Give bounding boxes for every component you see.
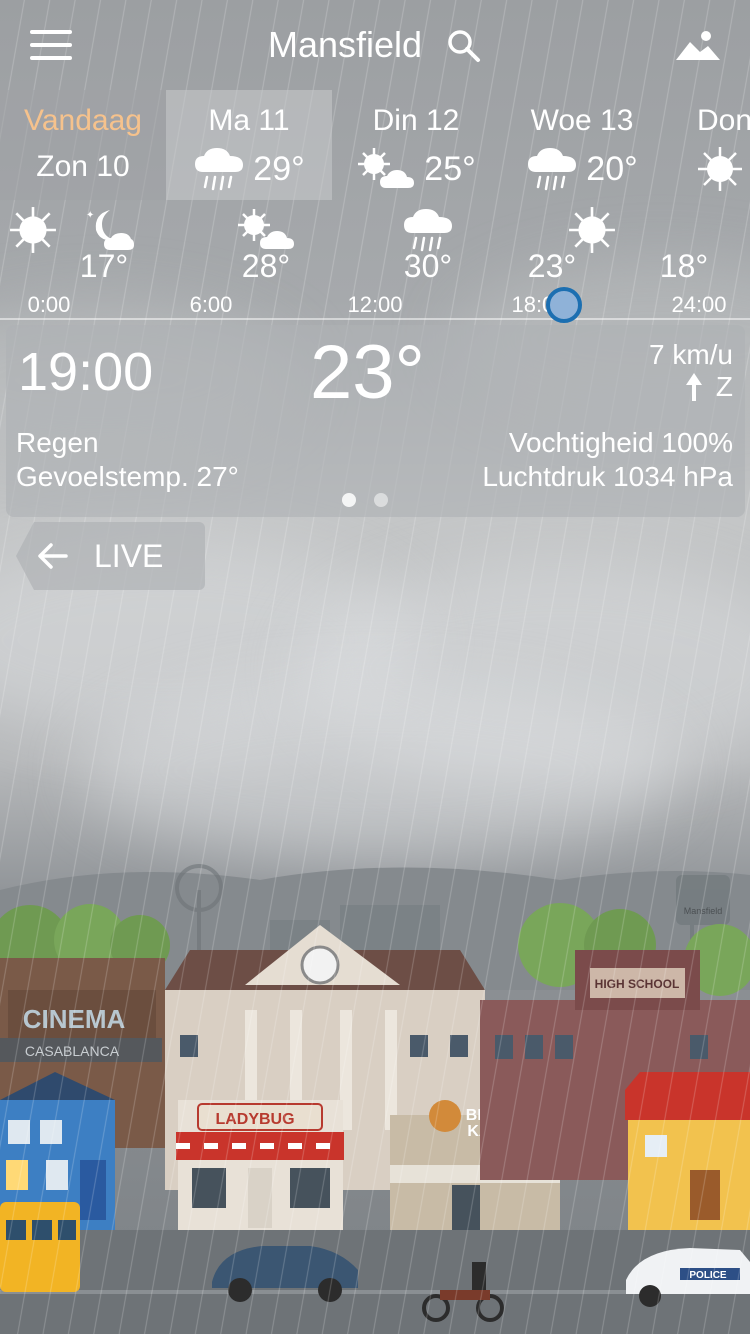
page-dot: [374, 493, 388, 507]
day-tab-thursday[interactable]: Don: [665, 90, 750, 200]
wind-arrow-icon: [685, 373, 702, 401]
hour-temp: 28°: [241, 248, 291, 284]
water-tower-label: Mansfield: [684, 906, 723, 916]
svg-text:HIGH SCHOOL: HIGH SCHOOL: [595, 977, 680, 991]
sun-cloud-icon: [238, 209, 294, 249]
feels-like-text: Gevoelstemp. 27°: [16, 461, 239, 492]
hour-label: 12:00: [347, 292, 403, 317]
svg-text:CASABLANCA: CASABLANCA: [25, 1043, 120, 1059]
yellow-house: [625, 1072, 750, 1230]
top-bar: Mansfield: [0, 0, 750, 90]
pressure-text: Luchtdruk 1034 hPa: [482, 461, 733, 492]
timeline-track[interactable]: [0, 318, 750, 320]
landscape-icon[interactable]: [676, 30, 720, 60]
hour-label: 0:00: [27, 292, 71, 317]
svg-text:CINEMA: CINEMA: [23, 1004, 126, 1034]
wind-direction: Z: [684, 371, 733, 403]
rain-icon: [528, 148, 577, 191]
detail-time: 19:00: [18, 342, 154, 402]
timeline-slider-knob[interactable]: [546, 287, 582, 323]
humidity-text: Vochtigheid 100%: [508, 427, 733, 458]
rain-icon: [195, 148, 244, 191]
sun-icon: [698, 147, 742, 191]
svg-text:LADYBUG: LADYBUG: [215, 1111, 294, 1128]
hour-temp: 30°: [403, 248, 453, 284]
search-icon[interactable]: [446, 28, 482, 64]
page-indicator: [342, 493, 388, 507]
moon-cloud-icon: ✦: [86, 210, 134, 250]
rain-icon: [404, 209, 452, 252]
wind-speed: 7 km/u: [648, 339, 733, 370]
sun-cloud-icon: [358, 148, 415, 188]
town-scene-illustration: Mansfield CINEMA CASABLANCA LADYBUG HIGH…: [0, 864, 750, 1334]
page-dot-active: [342, 493, 356, 507]
live-button[interactable]: LIVE: [16, 522, 205, 590]
day-tab-tuesday[interactable]: Din 12 25°: [333, 90, 499, 200]
hour-temp: 17°: [79, 248, 129, 284]
svg-text:POLICE: POLICE: [689, 1270, 727, 1281]
live-label: LIVE: [94, 538, 164, 574]
city-name[interactable]: Mansfield: [268, 24, 422, 66]
ladybug-shop: LADYBUG: [176, 1100, 344, 1230]
detail-temperature: 23°: [310, 330, 425, 415]
hour-label: 6:00: [189, 292, 233, 317]
menu-icon[interactable]: [30, 28, 74, 62]
hour-temp: 23°: [527, 248, 577, 284]
svg-text:✦: ✦: [86, 210, 94, 221]
hour-temp: 18°: [659, 248, 709, 284]
detail-card[interactable]: 19:00 23° 7 km/u Z Regen Gevoelstemp. 27…: [6, 325, 745, 517]
wind-direction-label: Z: [715, 371, 733, 402]
school-bus: [0, 1202, 80, 1292]
day-tab-wednesday[interactable]: Woe 13 20°: [499, 90, 665, 200]
condition-text: Regen: [16, 427, 99, 458]
hourly-forecast: ✦ 17° 28° 30° 23° 18° 0:00 6:00 12:00 18…: [0, 200, 750, 320]
hour-label: 24:00: [671, 292, 727, 317]
sun-icon: [569, 207, 615, 253]
arrow-left-icon: [38, 543, 68, 569]
day-tab-monday[interactable]: Ma 11 29°: [166, 90, 332, 200]
day-selector: Vandaag Zon 10 Ma 11 29° Din 12 25° Woe …: [0, 90, 750, 200]
sun-icon: [10, 207, 56, 253]
day-tab-today[interactable]: Vandaag Zon 10: [0, 90, 166, 200]
